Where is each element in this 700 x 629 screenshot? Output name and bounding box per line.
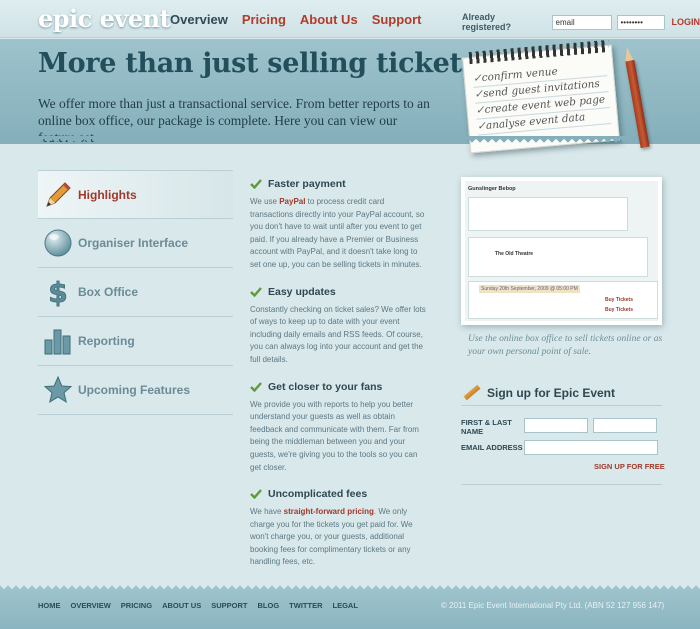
screenshot-buy-link: Buy Tickets — [605, 297, 633, 303]
svg-text:$: $ — [48, 276, 67, 308]
footer-link-overview[interactable]: OVERVIEW — [71, 601, 111, 610]
checkmark-icon — [250, 179, 262, 189]
top-bar: epic event Overview Pricing About Us Sup… — [0, 0, 700, 38]
screenshot-caption: Use the online box office to sell ticket… — [468, 334, 663, 357]
bar-chart-icon — [38, 324, 78, 358]
sidebar-item-label: Upcoming Features — [78, 383, 191, 397]
footer-link-about-us[interactable]: ABOUT US — [162, 601, 201, 610]
name-label: FIRST & LAST NAME — [461, 418, 512, 436]
sidebar-item-box-office[interactable]: $ Box Office — [38, 268, 233, 317]
hero-title: More than just selling tickets. — [38, 48, 486, 79]
feature-closer-to-fans: Get closer to your fans We provide you w… — [250, 381, 428, 475]
feature-title: Faster payment — [268, 178, 346, 190]
nav-about-us[interactable]: About Us — [300, 12, 358, 27]
last-name-input[interactable] — [593, 418, 657, 433]
footer-link-twitter[interactable]: TWITTER — [289, 601, 322, 610]
screenshot-panel — [468, 197, 628, 231]
screenshot-user-name: Gunslinger Bebop — [468, 186, 516, 192]
footer-link-pricing[interactable]: PRICING — [121, 601, 152, 610]
sidebar-item-label: Box Office — [78, 285, 139, 299]
feature-faster-payment: Faster payment We use PayPal to process … — [250, 178, 428, 272]
sidebar-item-reporting[interactable]: Reporting — [38, 317, 233, 366]
main-nav: Overview Pricing About Us Support — [170, 12, 422, 27]
sidebar-item-label: Highlights — [78, 187, 137, 202]
feature-text: We use — [250, 197, 280, 206]
checkmark-icon — [250, 286, 262, 297]
signup-name-row: FIRST & LAST NAME — [461, 418, 657, 436]
footer-link-blog[interactable]: BLOG — [258, 601, 280, 610]
globe-icon — [38, 226, 78, 260]
screenshot-session: Sunday 20th September, 2009 @ 05:00 PM — [479, 285, 580, 293]
feature-uncomplicated-fees: Uncomplicated fees We have straight-forw… — [250, 488, 428, 569]
feature-list: Faster payment We use PayPal to process … — [250, 178, 428, 583]
feature-sidebar: Highlights Organiser Interface $ Box Off… — [38, 170, 233, 415]
hero-banner: More than just selling tickets. We offer… — [0, 39, 700, 154]
nav-overview[interactable]: Overview — [170, 12, 228, 27]
feature-text: to process credit card transactions dire… — [250, 197, 425, 269]
email-input[interactable] — [524, 440, 658, 455]
pricing-link[interactable]: straight-forward pricing — [284, 507, 374, 516]
sidebar-item-label: Reporting — [78, 334, 135, 348]
screenshot-venue: The Old Theatre — [495, 251, 534, 257]
footer-link-home[interactable]: HOME — [38, 601, 61, 610]
feature-easy-updates: Easy updates Constantly checking on tick… — [250, 286, 428, 367]
feature-title: Easy updates — [268, 285, 336, 298]
feature-description: We have straight-forward pricing. We onl… — [250, 506, 428, 569]
screenshot-buy-link: Buy Tickets — [605, 307, 633, 313]
login-email-input[interactable] — [551, 14, 612, 30]
footer: HOME OVERVIEW PRICING ABOUT US SUPPORT B… — [0, 589, 700, 629]
nav-support[interactable]: Support — [372, 12, 422, 27]
login-password-input[interactable] — [616, 14, 665, 30]
box-office-screenshot[interactable]: Gunslinger Bebop The Old Theatre Sunday … — [461, 177, 662, 325]
feature-title: Uncomplicated fees — [268, 488, 368, 501]
login-form: Already registered? LOGIN — [462, 12, 700, 32]
feature-description: We provide you with reports to help you … — [250, 399, 419, 472]
sidebar-item-upcoming-features[interactable]: Upcoming Features — [38, 366, 233, 415]
spiral-binding — [468, 39, 610, 65]
login-button[interactable]: LOGIN — [672, 17, 700, 27]
footer-link-legal[interactable]: LEGAL — [333, 601, 358, 610]
sidebar-item-label: Organiser Interface — [78, 236, 189, 250]
pencil-icon — [38, 178, 78, 212]
feature-description: We use PayPal to process credit card tra… — [250, 196, 428, 272]
nav-pricing[interactable]: Pricing — [242, 12, 286, 27]
email-label: EMAIL ADDRESS — [461, 443, 523, 452]
divider — [461, 484, 662, 485]
sidebar-item-highlights[interactable]: Highlights — [38, 170, 233, 219]
footer-link-support[interactable]: SUPPORT — [211, 601, 247, 610]
paypal-link[interactable]: PayPal — [279, 197, 305, 206]
signup-header: Sign up for Epic Event — [461, 380, 662, 406]
logo[interactable]: epic event — [38, 4, 171, 33]
hero-zigzag-edge — [0, 136, 700, 148]
signup-title: Sign up for Epic Event — [487, 385, 616, 400]
sidebar-item-organiser-interface[interactable]: Organiser Interface — [38, 219, 233, 268]
first-name-input[interactable] — [524, 418, 588, 433]
screenshot-panel — [468, 237, 648, 277]
checkmark-icon — [250, 381, 262, 392]
dollar-icon: $ — [38, 275, 78, 309]
feature-title: Get closer to your fans — [268, 380, 383, 393]
checkmark-icon — [250, 489, 262, 500]
pencil-icon — [463, 384, 481, 401]
signup-email-row: EMAIL ADDRESS — [461, 440, 658, 455]
copyright-text: © 2011 Epic Event International Pty Ltd.… — [441, 601, 665, 610]
signup-button[interactable]: SIGN UP FOR FREE — [594, 462, 665, 471]
feature-description: Constantly checking on ticket sales? We … — [250, 304, 426, 364]
star-icon — [38, 373, 78, 407]
footer-nav: HOME OVERVIEW PRICING ABOUT US SUPPORT B… — [38, 601, 358, 610]
screenshot-image: Gunslinger Bebop The Old Theatre Sunday … — [465, 181, 658, 321]
login-prompt: Already registered? — [462, 12, 512, 32]
feature-text: We have — [250, 507, 284, 517]
